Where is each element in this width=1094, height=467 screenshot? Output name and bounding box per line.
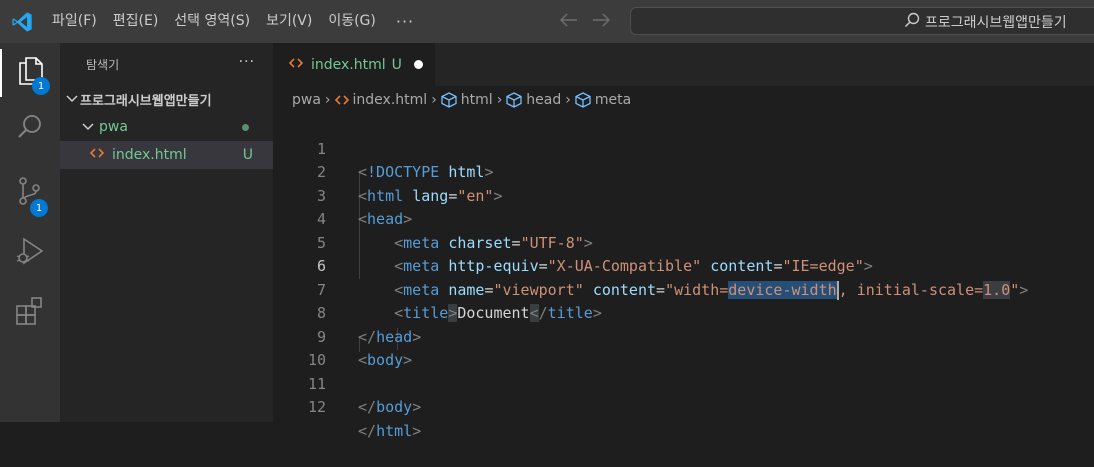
tree-root-folder[interactable]: 프로그래시브웹앱만들기 [60,85,273,113]
extensions-button[interactable] [0,289,60,337]
breadcrumb-html[interactable]: html [441,92,493,108]
menu-go[interactable]: 이동(G) [320,0,384,43]
source-control-button[interactable]: 1 [0,169,60,217]
code-line: 3 <head> [273,161,1094,229]
code-line: 8 </head> [273,279,1094,346]
tab-label: index.html [311,56,386,73]
code-line: 10 [273,326,1094,369]
code-line: 12 </html> [273,373,1094,440]
menu-selection[interactable]: 선택 영역(S) [166,0,258,43]
code-line: 4 <meta charset="UTF-8"> [273,185,1094,252]
code-line: 7 <title>Document</title> [273,255,1094,322]
html-file-icon [288,57,304,73]
menu-bar: 파일(F) 편집(E) 선택 영역(S) 보기(V) 이동(G) ··· [44,0,426,43]
breadcrumb-file[interactable]: index.html [334,92,428,108]
code-line: 11 </body> [273,349,1094,417]
modified-dot-icon [242,123,249,131]
chevron-down-icon [64,93,80,106]
symbol-tag-icon [441,92,457,108]
explorer-button[interactable]: 1 [0,49,60,97]
breadcrumb-folder-label: pwa [292,92,321,108]
explorer-sidebar: 탐색기 ··· 프로그래시브웹앱만들기 pwa index.html U [60,43,273,422]
arrow-left-icon[interactable] [559,11,578,32]
tree-folder-pwa[interactable]: pwa [60,113,273,141]
breadcrumb-file-label: index.html [352,92,428,108]
editor-tabs: index.html U [273,43,1094,86]
line-number: 12 [307,398,326,416]
search-icon [904,12,920,32]
code-line: 9 <body> [273,302,1094,370]
breadcrumb-meta-label: meta [594,92,632,108]
html-file-icon [89,147,105,163]
navigation-arrows [559,0,611,43]
arrow-right-icon[interactable] [592,11,611,32]
sidebar-more-button[interactable]: ··· [239,54,255,70]
chevron-right-icon: › [496,92,503,108]
menu-file[interactable]: 파일(F) [44,0,105,43]
code-line-current: 6 <meta name="viewport" content="width=d… [273,232,1094,300]
breadcrumb-meta[interactable]: meta [575,92,631,108]
breadcrumb-folder[interactable]: pwa [292,92,321,108]
command-center-search[interactable]: 프로그래시브웹앱만들기 [630,7,1094,35]
code-text: </body> [358,398,422,416]
git-untracked-badge: U [242,147,253,163]
menu-edit[interactable]: 편집(E) [105,0,167,43]
code-line: 2 <html lang="en"> [273,138,1094,205]
symbol-tag-icon [575,92,591,108]
search-icon [16,113,44,145]
chevron-right-icon: › [431,92,437,108]
chevron-right-icon: › [324,92,331,108]
tab-index-html[interactable]: index.html U [273,43,435,86]
code-editor[interactable]: 1 <!DOCTYPE html> 2 <html lang="en"> 3 <… [273,114,1094,440]
code-text: </html> [358,421,422,440]
explorer-badge: 1 [32,77,50,95]
chevron-right-icon: › [565,92,571,108]
run-debug-button[interactable] [0,229,60,277]
breadcrumb-head-label: head [526,92,562,108]
sidebar-title: 탐색기 [86,57,120,72]
run-debug-icon [15,236,45,270]
breadcrumb-head[interactable]: head [506,92,561,108]
activity-bar: 1 1 [0,43,60,422]
tree-root-label: 프로그래시브웹앱만들기 [80,93,212,109]
search-view-button[interactable] [0,105,60,153]
code-line: 5 <meta http-equiv="X-UA-Compatible" con… [273,208,1094,276]
tree-folder-label: pwa [99,119,128,135]
unsaved-dot-icon[interactable] [413,60,423,69]
vscode-logo-icon [0,0,44,43]
command-center-label: 프로그래시브웹앱만들기 [925,15,1067,31]
code-line: 1 <!DOCTYPE html> [273,114,1094,182]
html-file-icon [334,95,349,105]
menu-view[interactable]: 보기(V) [258,0,320,43]
chevron-down-icon [80,121,96,134]
menu-more-button[interactable]: ··· [384,12,426,31]
tree-file-label: index.html [112,147,187,163]
breadcrumb: pwa › index.html › html › head › meta [273,86,1094,114]
sidebar-header: 탐색기 ··· [60,43,273,85]
symbol-tag-icon [506,92,522,108]
tab-git-status: U [391,56,402,73]
title-bar: 파일(F) 편집(E) 선택 영역(S) 보기(V) 이동(G) ··· 프로그… [0,0,1094,43]
extensions-icon [15,296,45,330]
tree-file-index-html[interactable]: index.html U [60,141,273,169]
breadcrumb-html-label: html [460,92,493,108]
scm-badge: 1 [30,199,48,217]
